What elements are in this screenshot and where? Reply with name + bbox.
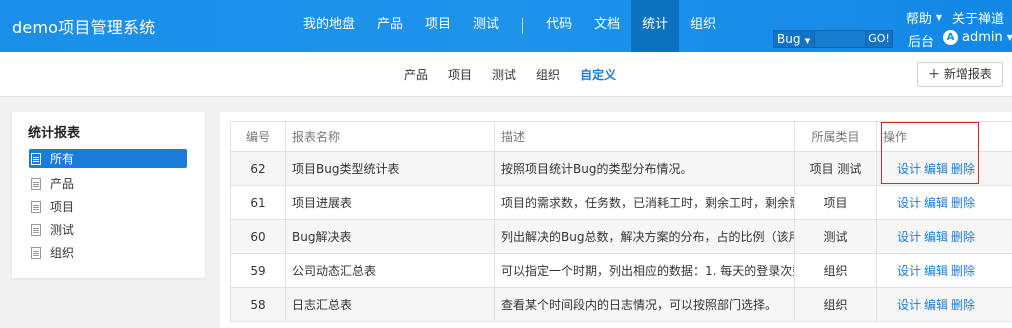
nav-item-project[interactable]: 项目 — [414, 0, 462, 52]
design-link[interactable]: 设计 — [897, 298, 921, 312]
table-row: 60 Bug解决表 列出解决的Bug总数，解决方案的分布，占的比例（该用 测试 … — [230, 219, 1012, 254]
app-logo[interactable]: demo项目管理系统 — [12, 14, 155, 38]
nav-item-doc[interactable]: 文档 — [583, 0, 631, 52]
design-link[interactable]: 设计 — [897, 230, 921, 244]
sidebar-item-product[interactable]: 产品 — [29, 172, 187, 195]
top-right-links: 帮助 ▼ 关于禅道 — [906, 8, 1004, 27]
document-icon — [31, 246, 41, 259]
search-input[interactable] — [815, 30, 866, 48]
edit-link[interactable]: 编辑 — [924, 230, 948, 244]
delete-link[interactable]: 删除 — [951, 230, 975, 244]
sidebar-item-project[interactable]: 项目 — [29, 195, 187, 218]
add-report-button[interactable]: + 新增报表 — [917, 62, 1003, 87]
subnav-product[interactable]: 产品 — [404, 66, 428, 83]
nav-item-report[interactable]: 统计 — [631, 0, 680, 52]
main-nav: 我的地盘 产品 项目 测试 代码 文档 统计 组织 — [292, 0, 727, 52]
table-row: 62 项目Bug类型统计表 按照项目统计Bug的类型分布情况。 项目 测试 设计… — [230, 151, 1012, 186]
sidebar-item-company[interactable]: 组织 — [29, 241, 187, 264]
nav-item-my[interactable]: 我的地盘 — [292, 0, 366, 52]
username: admin — [962, 30, 1003, 45]
plus-icon: + — [928, 66, 940, 82]
sidebar-item-all[interactable]: 所有 — [29, 149, 187, 168]
delete-link[interactable]: 删除 — [951, 264, 975, 278]
nav-item-test[interactable]: 测试 — [462, 0, 510, 52]
delete-link[interactable]: 删除 — [951, 298, 975, 312]
edit-link[interactable]: 编辑 — [924, 298, 948, 312]
table-row: 61 项目进展表 项目的需求数，任务数，已消耗工时，剩余工时，剩余需 项目 设计… — [230, 185, 1012, 220]
help-menu[interactable]: 帮助 — [906, 8, 932, 27]
document-icon — [31, 177, 41, 190]
delete-link[interactable]: 删除 — [951, 196, 975, 210]
sidebar-title: 统计报表 — [28, 126, 81, 141]
col-name-header[interactable]: 报表名称 — [285, 121, 495, 152]
sub-nav: 产品 项目 测试 组织 自定义 — [0, 52, 1012, 97]
edit-link[interactable]: 编辑 — [924, 264, 948, 278]
search-go-button[interactable]: GO! — [866, 30, 893, 48]
sidebar-item-test[interactable]: 测试 — [29, 218, 187, 241]
avatar: A — [943, 30, 958, 45]
col-actions-header: 操作 — [876, 121, 1012, 152]
table-row: 59 公司动态汇总表 可以指定一个时期，列出相应的数据：1. 每天的登录次数 组… — [230, 253, 1012, 288]
search-bar: Bug ▼ GO! — [773, 30, 893, 48]
report-list-panel: 编号 报表名称 描述 所属类目 操作 62 项目Bug类型统计表 按照项目统计B… — [220, 112, 1012, 328]
table-row: 58 日志汇总表 查看某个时间段内的日志情况，可以按照部门选择。 组织 设计 编辑… — [230, 287, 1012, 322]
design-link[interactable]: 设计 — [897, 196, 921, 210]
col-id-header[interactable]: 编号 — [230, 121, 286, 152]
document-icon — [31, 223, 41, 236]
chevron-down-icon: ▼ — [1006, 33, 1012, 42]
design-link[interactable]: 设计 — [897, 264, 921, 278]
delete-link[interactable]: 删除 — [951, 162, 975, 176]
design-link[interactable]: 设计 — [897, 162, 921, 176]
sidebar: 统计报表 所有 产品 项目 测试 组织 — [12, 112, 205, 278]
col-type-header[interactable]: 所属类目 — [794, 121, 877, 152]
top-header: demo项目管理系统 我的地盘 产品 项目 测试 代码 文档 统计 组织 帮助 … — [0, 0, 1012, 52]
chevron-down-icon: ▼ — [935, 13, 942, 22]
col-desc-header[interactable]: 描述 — [494, 121, 795, 152]
document-icon — [31, 152, 41, 165]
nav-item-product[interactable]: 产品 — [366, 0, 414, 52]
report-table: 编号 报表名称 描述 所属类目 操作 62 项目Bug类型统计表 按照项目统计B… — [230, 121, 1012, 322]
about-link[interactable]: 关于禅道 — [952, 8, 1004, 27]
subnav-test[interactable]: 测试 — [492, 66, 516, 83]
nav-divider — [522, 18, 524, 34]
document-icon — [31, 200, 41, 213]
search-type-select[interactable]: Bug ▼ — [773, 30, 815, 48]
nav-item-code[interactable]: 代码 — [535, 0, 583, 52]
subnav-custom[interactable]: 自定义 — [580, 66, 616, 83]
subnav-project[interactable]: 项目 — [448, 66, 472, 83]
admin-backstage-link[interactable]: 后台 — [908, 31, 934, 50]
edit-link[interactable]: 编辑 — [924, 162, 948, 176]
chevron-down-icon: ▼ — [802, 37, 811, 45]
edit-link[interactable]: 编辑 — [924, 196, 948, 210]
user-menu[interactable]: A admin ▼ — [943, 30, 1012, 45]
subnav-company[interactable]: 组织 — [536, 66, 560, 83]
nav-item-company[interactable]: 组织 — [679, 0, 727, 52]
